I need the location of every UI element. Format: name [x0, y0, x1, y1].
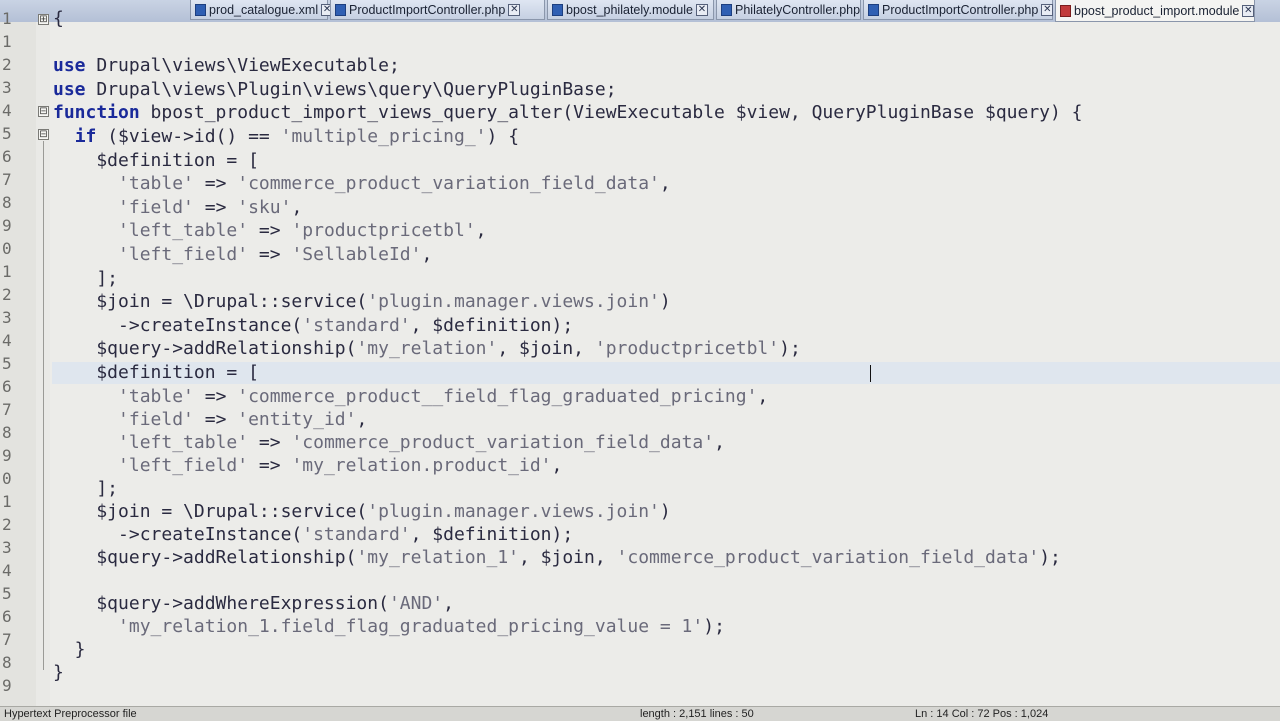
code-line[interactable]: $query->addRelationship('my_relation', $… — [53, 338, 800, 360]
tab-label: prod_catalogue.xml — [209, 2, 319, 17]
close-icon[interactable]: ✕ — [695, 3, 708, 16]
fold-guide — [43, 141, 44, 670]
tab-label: ProductImportController.php — [349, 2, 506, 17]
line-number: 9 — [2, 446, 12, 465]
fold-toggle-icon[interactable]: ⊞ — [38, 14, 49, 25]
code-line[interactable]: $query->addWhereExpression('AND', — [53, 593, 454, 615]
code-editor[interactable]: 1 1 2 3 4 5 6 7 8 9 0 1 2 3 4 5 6 7 8 9 0 1 2 3 4 5 6 7 8 9 { use Drup… — [0, 8, 1280, 706]
code-line[interactable]: 'left_field' => 'SellableId', — [53, 244, 432, 266]
tab-bar: prod_catalogue.xml ✕ ProductImportControll… — [0, 0, 1280, 23]
fold-toggle-icon[interactable]: ⊟ — [38, 106, 49, 117]
code-line[interactable]: if ($view->id() == 'multiple_pricing_') … — [53, 126, 519, 148]
code-line[interactable]: $definition = [ — [53, 362, 259, 384]
line-number: 2 — [2, 515, 12, 534]
line-number: 8 — [2, 653, 12, 672]
text-caret — [870, 365, 871, 382]
line-number: 4 — [2, 101, 12, 120]
line-number: 6 — [2, 147, 12, 166]
code-line[interactable]: 'field' => 'sku', — [53, 197, 302, 219]
code-line[interactable]: $join = \Drupal::service('plugin.manager… — [53, 501, 670, 523]
line-number: 4 — [2, 331, 12, 350]
line-number: 3 — [2, 78, 12, 97]
line-number: 5 — [2, 124, 12, 143]
line-number: 0 — [2, 239, 12, 258]
code-line[interactable]: 'left_field' => 'my_relation.product_id'… — [53, 455, 562, 477]
line-number: 8 — [2, 193, 12, 212]
line-number: 6 — [2, 607, 12, 626]
line-number: 0 — [2, 469, 12, 488]
file-icon — [335, 3, 346, 16]
status-language: Hypertext Preprocessor file — [4, 708, 137, 720]
line-number: 3 — [2, 308, 12, 327]
status-bar: Hypertext Preprocessor file length : 2,1… — [0, 706, 1280, 721]
close-icon[interactable]: ✕ — [1242, 4, 1255, 17]
code-line[interactable]: ]; — [53, 268, 118, 290]
line-number: 2 — [2, 285, 12, 304]
line-number: 7 — [2, 400, 12, 419]
code-line[interactable]: } — [53, 639, 86, 661]
line-number: 8 — [2, 423, 12, 442]
code-line[interactable]: 'table' => 'commerce_product_variation_f… — [53, 173, 671, 195]
line-number: 1 — [2, 32, 12, 51]
code-line[interactable]: use Drupal\views\ViewExecutable; — [53, 55, 400, 77]
code-line[interactable]: ]; — [53, 478, 118, 500]
line-number: 1 — [2, 262, 12, 281]
fold-toggle-icon[interactable]: ⊟ — [38, 129, 49, 140]
code-line[interactable]: 'table' => 'commerce_product__field_flag… — [53, 386, 768, 408]
tab-3[interactable]: bpost_philately.module ✕ — [547, 0, 714, 20]
code-line[interactable]: function bpost_product_import_views_quer… — [53, 102, 1083, 124]
tab-label: bpost_philately.module — [566, 2, 693, 17]
tab-label: bpost_product_import.module — [1074, 3, 1240, 18]
line-number: 7 — [2, 630, 12, 649]
code-line[interactable]: ->createInstance('standard', $definition… — [53, 524, 573, 546]
code-line[interactable]: ->createInstance('standard', $definition… — [53, 315, 573, 337]
tab-1[interactable]: prod_catalogue.xml ✕ — [190, 0, 334, 20]
tab-5[interactable]: ProductImportController.php ✕ — [863, 0, 1054, 20]
tab-label: PhilatelyController.php — [735, 2, 861, 17]
code-line[interactable]: $query->addRelationship('my_relation_1',… — [53, 547, 1061, 569]
file-icon — [868, 3, 879, 16]
line-number: 9 — [2, 676, 12, 695]
tab-label: ProductImportController.php — [882, 2, 1039, 17]
line-number: 2 — [2, 55, 12, 74]
line-number: 1 — [2, 9, 12, 28]
code-line[interactable]: 'my_relation_1.field_flag_graduated_pric… — [53, 616, 725, 638]
tab-6[interactable]: bpost_product_import.module ✕ — [1055, 0, 1255, 22]
close-icon[interactable]: ✕ — [508, 3, 521, 16]
line-number: 6 — [2, 377, 12, 396]
line-number-gutter: 1 1 2 3 4 5 6 7 8 9 0 1 2 3 4 5 6 7 8 9 0 1 2 3 4 5 6 7 8 9 — [0, 9, 37, 706]
code-line[interactable]: 'left_table' => 'commerce_product_variat… — [53, 432, 725, 454]
tab-4[interactable]: PhilatelyController.php✕ — [716, 0, 876, 20]
tab-2[interactable]: ProductImportController.php ✕ — [330, 0, 545, 20]
file-icon — [721, 3, 732, 16]
code-line[interactable]: { — [53, 8, 64, 30]
code-line[interactable]: $definition = [ — [53, 150, 259, 172]
file-icon — [1060, 4, 1071, 17]
line-number: 3 — [2, 538, 12, 557]
code-line[interactable]: use Drupal\views\Plugin\views\query\Quer… — [53, 79, 617, 101]
status-length: length : 2,151 lines : 50 — [640, 708, 754, 720]
code-line[interactable]: } — [53, 662, 64, 684]
line-number: 1 — [2, 492, 12, 511]
close-icon[interactable]: ✕ — [1041, 3, 1054, 16]
file-icon — [552, 3, 563, 16]
code-line[interactable]: 'field' => 'entity_id', — [53, 409, 367, 431]
status-position: Ln : 14 Col : 72 Pos : 1,024 — [915, 708, 1049, 720]
line-number: 5 — [2, 354, 12, 373]
code-line[interactable]: 'left_table' => 'productpricetbl', — [53, 220, 486, 242]
line-number: 9 — [2, 216, 12, 235]
line-number: 4 — [2, 561, 12, 580]
code-line[interactable]: $join = \Drupal::service('plugin.manager… — [53, 291, 670, 313]
file-icon — [195, 3, 206, 16]
line-number: 5 — [2, 584, 12, 603]
line-number: 7 — [2, 170, 12, 189]
